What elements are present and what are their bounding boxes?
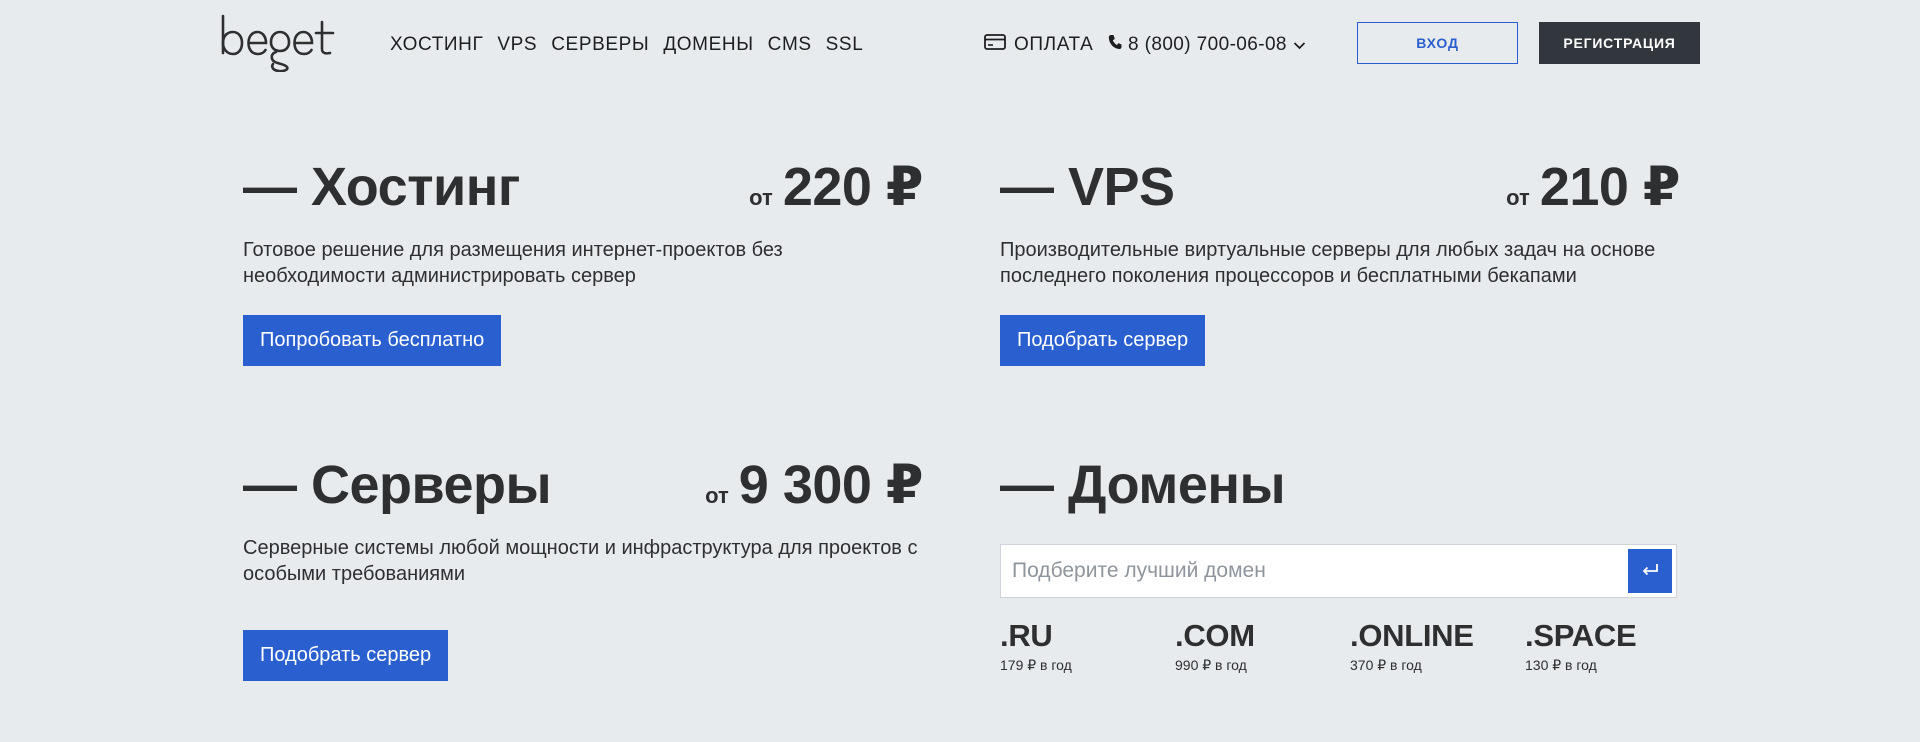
main-nav: ХОСТИНГ VPS СЕРВЕРЫ ДОМЕНЫ CMS SSL — [390, 33, 863, 57]
hosting-price-prefix: от — [749, 185, 773, 210]
nav-item-ssl[interactable]: SSL — [826, 33, 864, 57]
nav-item-vps[interactable]: VPS — [497, 33, 537, 57]
domain-zone-price: 370 ₽ в год — [1350, 657, 1422, 673]
servers-price: от 9 300 ₽ — [705, 453, 923, 531]
domain-zone-com[interactable]: .COM 990 ₽ в год — [1175, 619, 1350, 674]
hosting-block: — Хостинг от 220 ₽ Готовое решение для ра… — [243, 155, 924, 385]
domain-zone-ru[interactable]: .RU 179 ₽ в год — [1000, 619, 1175, 674]
vps-price-amount: 210 ₽ — [1539, 157, 1681, 217]
domains-title: — Домены — [1000, 455, 1286, 515]
vps-price: от 210 ₽ — [1506, 155, 1680, 233]
domain-zone-price: 990 ₽ в год — [1175, 657, 1247, 673]
domain-zone-name: .SPACE — [1525, 618, 1637, 653]
login-button[interactable]: ВХОД — [1357, 22, 1518, 64]
vps-title: — VPS — [1000, 157, 1175, 217]
domain-zone-space[interactable]: .SPACE 130 ₽ в год — [1525, 619, 1700, 674]
servers-price-prefix: от — [705, 483, 729, 508]
domain-zone-name: .COM — [1175, 618, 1255, 653]
domain-search-submit-button[interactable] — [1628, 549, 1672, 593]
servers-description: Серверные системы любой мощности и инфра… — [243, 537, 918, 585]
domain-zone-price: 179 ₽ в год — [1000, 657, 1072, 673]
enter-arrow-icon — [1640, 562, 1660, 581]
phone-number: 8 (800) 700-06-08 — [1128, 34, 1287, 55]
payment-link[interactable]: ОПЛАТА — [984, 33, 1093, 57]
domain-zones-list: .RU 179 ₽ в год .COM 990 ₽ в год .ONLINE… — [1000, 619, 1700, 674]
vps-description: Производительные виртуальные серверы для… — [1000, 239, 1656, 287]
phone-dropdown[interactable]: 8 (800) 700-06-08 — [1108, 33, 1306, 57]
servers-price-amount: 9 300 ₽ — [738, 455, 924, 515]
hosting-description: Готовое решение для размещения интернет-… — [243, 239, 783, 287]
beget-logo[interactable] — [220, 14, 338, 77]
chevron-down-icon — [1293, 33, 1306, 57]
phone-icon — [1108, 33, 1122, 57]
domain-zone-name: .RU — [1000, 618, 1053, 653]
domain-search — [1000, 544, 1677, 598]
nav-item-domains[interactable]: ДОМЕНЫ — [663, 33, 753, 57]
vps-price-prefix: от — [1506, 185, 1530, 210]
site-header: ХОСТИНГ VPS СЕРВЕРЫ ДОМЕНЫ CMS SSL ОПЛАТ… — [0, 0, 1920, 90]
vps-choose-server-button[interactable]: Подобрать сервер — [1000, 315, 1206, 366]
payment-label: ОПЛАТА — [1014, 34, 1094, 55]
hosting-price: от 220 ₽ — [749, 155, 923, 233]
try-free-button[interactable]: Попробовать бесплатно — [243, 315, 502, 366]
servers-title: — Серверы — [243, 455, 552, 515]
nav-item-servers[interactable]: СЕРВЕРЫ — [551, 33, 649, 57]
domain-zone-price: 130 ₽ в год — [1525, 657, 1597, 673]
domains-block: — Домены .RU 179 ₽ в год .COM 990 ₽ в го… — [1000, 453, 1677, 683]
hosting-price-amount: 220 ₽ — [782, 157, 924, 217]
nav-item-hosting[interactable]: ХОСТИНГ — [390, 33, 483, 57]
hosting-title: — Хостинг — [243, 157, 520, 217]
credit-card-icon — [984, 33, 1006, 57]
nav-item-cms[interactable]: CMS — [768, 33, 812, 57]
domain-zone-name: .ONLINE — [1350, 618, 1474, 653]
register-button[interactable]: РЕГИСТРАЦИЯ — [1539, 22, 1700, 64]
vps-block: — VPS от 210 ₽ Производительные виртуальн… — [1000, 155, 1681, 385]
servers-block: — Серверы от 9 300 ₽ Серверные системы лю… — [243, 453, 924, 683]
domain-search-input[interactable] — [1001, 545, 1623, 597]
page: ХОСТИНГ VPS СЕРВЕРЫ ДОМЕНЫ CMS SSL ОПЛАТ… — [0, 0, 1920, 742]
servers-choose-server-button[interactable]: Подобрать сервер — [243, 630, 449, 681]
domain-zone-online[interactable]: .ONLINE 370 ₽ в год — [1350, 619, 1525, 674]
logo-wordmark — [221, 14, 335, 73]
